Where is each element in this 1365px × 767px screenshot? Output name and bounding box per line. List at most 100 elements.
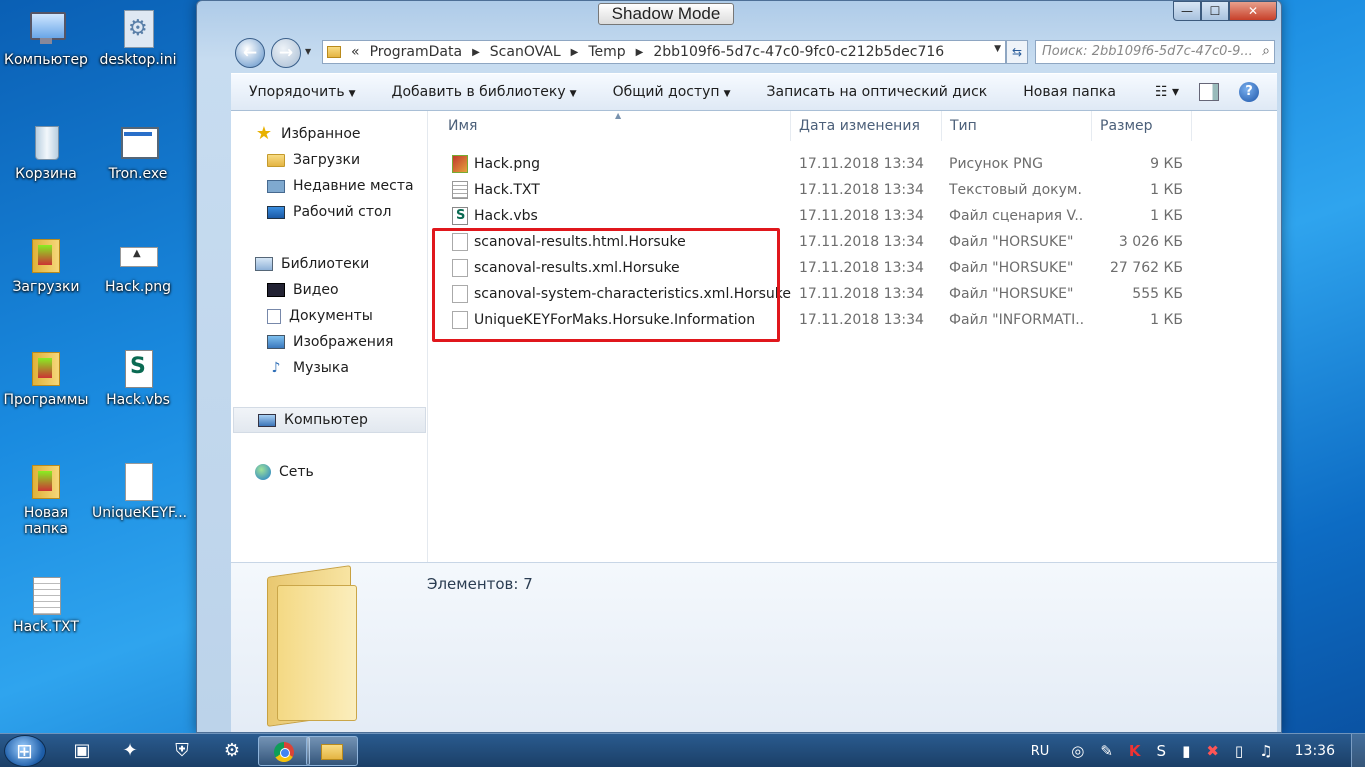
desktop-icon-hack-txt[interactable]: Hack.TXT [0, 575, 92, 635]
burn-button[interactable]: Записать на оптический диск [749, 84, 1006, 100]
file-date: 17.11.2018 13:34 [799, 234, 924, 250]
network-error-icon[interactable]: ✖ [1206, 742, 1219, 760]
gear-icon: ⚙ [223, 740, 241, 761]
taskbar-explorer[interactable] [306, 736, 358, 766]
taskbar-app-2[interactable]: ✦ [110, 736, 150, 766]
organize-label: Упорядочить [249, 84, 345, 100]
forward-button[interactable]: → [271, 38, 301, 68]
column-header-type[interactable]: Тип [942, 111, 1092, 141]
help-icon[interactable]: ? [1239, 82, 1259, 102]
address-dropdown-icon[interactable]: ▼ [994, 44, 1001, 54]
nav-libraries[interactable]: Библиотеки [231, 251, 369, 277]
minimize-button[interactable]: — [1173, 1, 1201, 21]
back-button[interactable]: ← [235, 38, 265, 68]
txt-icon [452, 181, 468, 199]
view-options-icon[interactable]: ☷ ▾ [1155, 84, 1179, 100]
app-icon: ✦ [122, 740, 138, 761]
taskbar-app-3[interactable]: ⛨ [162, 736, 202, 766]
file-date: 17.11.2018 13:34 [799, 286, 924, 302]
chevron-down-icon: ▼ [569, 89, 577, 99]
organize-button[interactable]: Упорядочить ▼ [231, 84, 374, 100]
nav-label: Изображения [293, 334, 394, 350]
nav-video[interactable]: Видео [231, 277, 339, 303]
column-header-size[interactable]: Размер [1092, 111, 1192, 141]
desktop-icon-downloads[interactable]: Загрузки [0, 235, 92, 295]
folder-icon [327, 46, 341, 58]
breadcrumb-overflow[interactable]: « [351, 44, 360, 60]
nav-favorites[interactable]: ★ Избранное [231, 121, 361, 147]
taskbar-app-settings[interactable]: ⚙ [212, 736, 252, 766]
file-date: 17.11.2018 13:34 [799, 312, 924, 328]
close-button[interactable]: ✕ [1229, 1, 1277, 21]
elements-count: Элементов: 7 [427, 575, 533, 593]
language-indicator[interactable]: RU [1031, 744, 1050, 759]
breadcrumb-current-folder[interactable]: 2bb109f6-5d7c-47c0-9fc0-c212b5dec716 [653, 44, 944, 60]
nav-pictures[interactable]: Изображения [231, 329, 393, 355]
breadcrumb-separator-icon[interactable]: ▶ [472, 47, 480, 58]
tray-app-icon[interactable]: ◎ [1071, 742, 1084, 760]
file-row-hack-png[interactable]: Hack.png 17.11.2018 13:34 Рисунок PNG 9 … [428, 151, 1277, 177]
sort-ascending-icon: ▲ [615, 111, 622, 120]
nav-network[interactable]: Сеть [231, 459, 314, 485]
taskbar: ▣ ✦ ⛨ ⚙ RU ◎ ✎ K S ▮ ✖ ▯ ♫ 13:36 [0, 733, 1365, 767]
txt-file-icon [26, 575, 66, 615]
new-folder-button[interactable]: Новая папка [1005, 84, 1134, 100]
desktop-icon-recycle-bin[interactable]: Корзина [0, 122, 92, 182]
nav-downloads[interactable]: Загрузки [231, 147, 360, 173]
tray-pen-icon[interactable]: ✎ [1100, 742, 1113, 760]
file-row-hack-txt[interactable]: Hack.TXT 17.11.2018 13:34 Текстовый доку… [428, 177, 1277, 203]
desktop-icon-programs[interactable]: Программы [0, 348, 92, 408]
desktop-icon-hack-vbs[interactable]: Hack.vbs [92, 348, 184, 408]
desktop-icon-hack-png[interactable]: Hack.png [92, 235, 184, 295]
nav-desktop[interactable]: Рабочий стол [231, 199, 392, 225]
breadcrumb-programdata[interactable]: ProgramData [370, 44, 463, 60]
desktop-icon-uniquekey[interactable]: UniqueKEYF... [92, 461, 187, 521]
preview-pane-icon[interactable] [1199, 83, 1219, 101]
taskbar-chrome[interactable] [258, 736, 310, 766]
file-type: Файл "INFORMATI... [949, 312, 1083, 328]
clock[interactable]: 13:36 [1295, 743, 1335, 759]
refresh-button[interactable]: ⇆ [1006, 40, 1028, 64]
nav-documents[interactable]: Документы [231, 303, 373, 329]
desktop-icon-label: Программы [3, 392, 89, 408]
breadcrumb-scanoval[interactable]: ScanOVAL [490, 44, 561, 60]
desktop-icon-tron-exe[interactable]: Tron.exe [92, 122, 184, 182]
taskbar-app-1[interactable]: ▣ [62, 736, 102, 766]
recent-pages-dropdown[interactable]: ▼ [305, 47, 311, 56]
kaspersky-icon[interactable]: K [1129, 742, 1141, 760]
libraries-icon [255, 257, 273, 271]
nav-music[interactable]: ♪ Музыка [231, 355, 349, 381]
search-input[interactable]: Поиск: 2bb109f6-5d7c-47c0-9... ⌕ [1035, 40, 1275, 64]
breadcrumb-temp[interactable]: Temp [588, 44, 625, 60]
show-desktop-button[interactable] [1351, 734, 1365, 767]
command-bar: Упорядочить ▼ Добавить в библиотеку ▼ Общи… [231, 73, 1277, 111]
start-button[interactable] [4, 735, 46, 767]
file-row-hack-vbs[interactable]: Hack.vbs 17.11.2018 13:34 Файл сценария … [428, 203, 1277, 229]
desktop-icon-desktop-ini[interactable]: desktop.ini [92, 8, 184, 68]
file-type: Файл "HORSUKE" [949, 234, 1074, 250]
chrome-icon [274, 742, 294, 762]
file-date: 17.11.2018 13:34 [799, 260, 924, 276]
search-icon[interactable]: ⌕ [1262, 43, 1270, 59]
nav-recent-places[interactable]: Недавние места [231, 173, 414, 199]
nav-computer[interactable]: Компьютер [233, 407, 426, 433]
tray-s-icon[interactable]: S [1157, 742, 1167, 760]
desktop-icon-new-folder[interactable]: Новая папка [0, 461, 92, 537]
volume-icon[interactable]: ♫ [1259, 742, 1272, 760]
desktop-icon-label: Загрузки [12, 279, 80, 295]
share-button[interactable]: Общий доступ ▼ [595, 84, 749, 100]
add-to-library-button[interactable]: Добавить в библиотеку ▼ [374, 84, 595, 100]
maximize-button[interactable]: ☐ [1201, 1, 1229, 21]
breadcrumb-separator-icon[interactable]: ▶ [636, 47, 644, 58]
downloads-folder-icon [26, 235, 66, 275]
address-bar[interactable]: « ProgramData ▶ ScanOVAL ▶ Temp ▶ 2bb109… [322, 40, 1006, 64]
programs-folder-icon [26, 348, 66, 388]
desktop-icon-label: Hack.vbs [106, 392, 170, 408]
battery-icon[interactable]: ▯ [1235, 742, 1243, 760]
desktop-icon-computer[interactable]: Компьютер [0, 8, 92, 68]
column-header-date[interactable]: Дата изменения [791, 111, 942, 141]
breadcrumb-separator-icon[interactable]: ▶ [571, 47, 579, 58]
signal-icon[interactable]: ▮ [1182, 742, 1190, 760]
refresh-icon: ⇆ [1011, 45, 1023, 59]
ini-file-icon [118, 8, 158, 48]
